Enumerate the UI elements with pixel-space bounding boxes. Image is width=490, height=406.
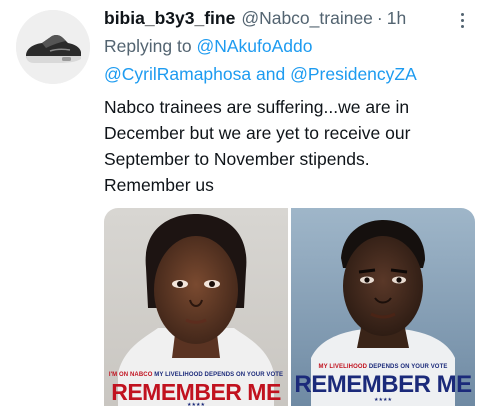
tweet-text: Nabco trainees are suffering...we are in… [104, 94, 484, 198]
tweet-text-line: December but we are yet to receive our [104, 123, 411, 143]
tweet-header: bibia_b3y3_fine @Nabco_trainee · 1h [104, 8, 474, 32]
tweet-text-line: September to November stipends. [104, 149, 370, 169]
replying-to: Replying to @NAkufoAddo [104, 36, 484, 57]
slogan-prefix: I'M ON NABCO [108, 372, 153, 378]
slogan-b: DEPENDS [368, 364, 399, 370]
replying-to-continued: @CyrilRamaphosa and @PresidencyZA [104, 64, 484, 85]
user-handle[interactable]: @Nabco_trainee [241, 8, 373, 29]
slogan-a: MY LIVELIHOOD [318, 364, 368, 370]
poster-slogan-2: MY LIVELIHOOD DEPENDS ON YOUR VOTE [291, 364, 475, 370]
mention-presidencyza[interactable]: @PresidencyZA [290, 64, 417, 84]
and-text: and [256, 64, 286, 84]
slogan-rest: MY LIVELIHOOD DEPENDS ON YOUR VOTE [154, 372, 284, 378]
poster-title-2: REMEMBER ME [294, 371, 472, 398]
timestamp[interactable]: 1h [387, 8, 406, 29]
media-photo-1[interactable]: I'M ON NABCO MY LIVELIHOOD DEPENDS ON YO… [104, 208, 288, 406]
avatar[interactable] [16, 10, 90, 84]
more-horizontal-icon[interactable] [454, 10, 470, 30]
mention-cyrilramaphosa[interactable]: @CyrilRamaphosa [104, 64, 251, 84]
tweet-text-line: Nabco trainees are suffering...we are in [104, 97, 410, 117]
mention-nakufoaddo[interactable]: @NAkufoAddo [196, 36, 312, 56]
tweet-media: I'M ON NABCO MY LIVELIHOOD DEPENDS ON YO… [104, 208, 475, 406]
media-photo-2[interactable]: MY LIVELIHOOD DEPENDS ON YOUR VOTE REMEM… [291, 208, 475, 406]
poster-stars-2: ★★★★ [374, 397, 392, 403]
separator-dot: · [376, 8, 383, 28]
poster-stars-1: ★★★★ [187, 402, 205, 406]
sneaker-avatar-icon [16, 10, 90, 84]
tweet-text-line: Remember us [104, 175, 214, 195]
replying-to-label: Replying to [104, 36, 192, 56]
display-name[interactable]: bibia_b3y3_fine [104, 8, 235, 29]
poster-slogan-1: I'M ON NABCO MY LIVELIHOOD DEPENDS ON YO… [104, 372, 288, 378]
slogan-c: ON YOUR VOTE [400, 364, 448, 370]
